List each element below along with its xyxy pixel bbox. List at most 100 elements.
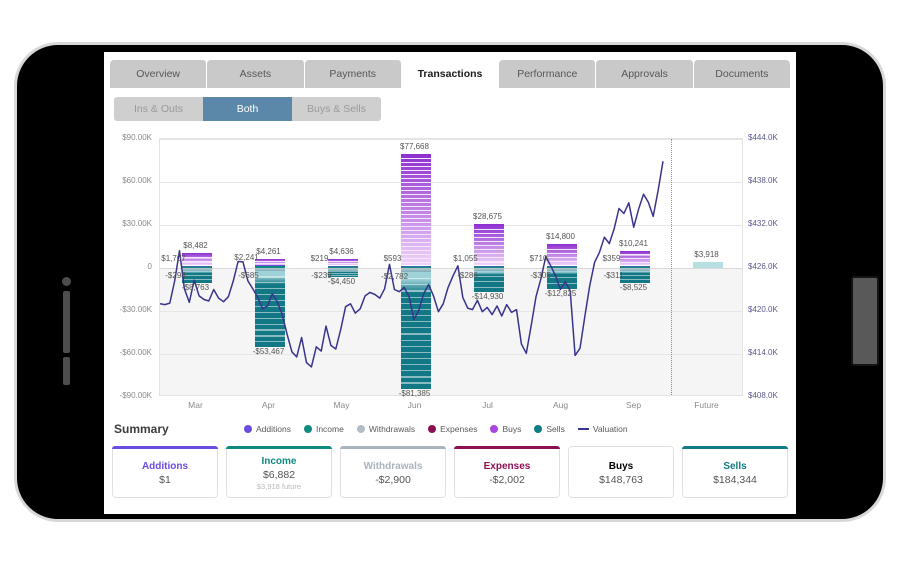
x-axis-tick-sep: Sep	[625, 400, 642, 410]
summary-card-expenses[interactable]: Expenses -$2,002	[454, 446, 560, 498]
card-value: $148,763	[599, 474, 643, 486]
bar-stripe	[546, 252, 577, 254]
bar-stripe	[473, 257, 504, 259]
legend-item-expenses[interactable]: Expenses	[428, 424, 477, 434]
bar-buys-sep[interactable]	[619, 250, 650, 266]
legend-item-withdrawals[interactable]: Withdrawals	[356, 424, 415, 434]
transactions-chart: $90.00K $444.0K $60.00K $438.0K $30.00K $432.…	[104, 133, 796, 414]
bar-stripe	[473, 261, 504, 263]
bar-label-additions-aug: $710	[529, 253, 548, 263]
bar-sells-jun[interactable]	[400, 271, 431, 389]
summary-card-sells[interactable]: Sells $184,344	[682, 446, 788, 498]
bar-sells-aug[interactable]	[546, 270, 577, 289]
bar-sells-sep[interactable]	[619, 270, 650, 283]
tab-label: Approvals	[621, 68, 668, 80]
tab-label: Overview	[136, 68, 181, 80]
bar-label-withdrawals-sep: -$311	[603, 270, 624, 280]
tab-performance[interactable]: Performance	[499, 60, 597, 88]
legend-item-buys[interactable]: Buys	[490, 424, 521, 434]
tab-overview[interactable]: Overview	[110, 60, 208, 88]
card-value: -$2,002	[489, 474, 525, 486]
bar-stripe	[254, 329, 285, 331]
bar-stripe	[473, 228, 504, 230]
bar-stripe	[473, 244, 504, 247]
bar-stripe	[400, 351, 431, 353]
bar-stripe	[254, 260, 285, 262]
bar-income-future[interactable]	[692, 262, 723, 268]
bar-stripe	[546, 282, 577, 284]
legend-item-additions[interactable]: Additions	[244, 424, 291, 434]
legend-line-icon	[577, 428, 589, 430]
bar-stripe	[400, 376, 431, 378]
bar-stripe	[400, 209, 431, 212]
card-title: Sells	[723, 461, 747, 472]
bar-label-withdrawals-jun: -$2,782	[380, 271, 409, 281]
tab-assets[interactable]: Assets	[207, 60, 305, 88]
bar-label-sells-aug: -$12,825	[544, 288, 577, 298]
legend-item-income[interactable]: Income	[303, 424, 344, 434]
bar-label-buys-jul: $28,675	[473, 212, 502, 222]
zero-axis-line	[160, 268, 742, 269]
tab-payments[interactable]: Payments	[304, 60, 402, 88]
x-axis-tick-aug: Aug	[552, 400, 569, 410]
bar-sells-mar[interactable]	[181, 270, 212, 284]
tab-approvals[interactable]: Approvals	[596, 60, 694, 88]
segment-label: Ins & Outs	[133, 103, 184, 115]
tab-documents[interactable]: Documents	[693, 60, 790, 88]
bar-buys-jun[interactable]	[400, 154, 431, 266]
bar-buys-may[interactable]	[327, 258, 358, 266]
bar-stripe	[181, 278, 212, 281]
bar-label-buys-mar: $8,482	[183, 241, 208, 251]
bar-stripe	[473, 240, 504, 243]
y-axis-right-tick: $420.0K	[748, 305, 778, 314]
bar-stripe	[400, 327, 431, 329]
negative-region-shading	[160, 268, 742, 395]
summary-card-withdrawals[interactable]: Withdrawals -$2,900	[340, 446, 446, 498]
summary-card-buys[interactable]: Buys $148,763	[568, 446, 674, 498]
y-axis-right-tick: $444.0K	[748, 133, 778, 142]
bar-label-sells-may: -$4,450	[327, 276, 356, 286]
bar-stripe	[400, 174, 431, 176]
bar-label-additions-jun: $593	[383, 253, 402, 263]
bar-buys-jul[interactable]	[473, 224, 504, 266]
volume-up-button[interactable]	[63, 291, 70, 353]
summary-card-income[interactable]: Income $6,882 $3,918 future	[226, 446, 332, 498]
legend-item-sells[interactable]: Sells	[534, 424, 565, 434]
summary-card-additions[interactable]: Additions $1	[112, 446, 218, 498]
bar-stripe	[254, 335, 285, 337]
bar-stripe	[400, 302, 431, 304]
bar-stripe	[400, 284, 431, 286]
legend-dot-icon	[356, 425, 365, 433]
volume-down-button[interactable]	[63, 357, 70, 385]
segment-ins-outs[interactable]: Ins & Outs	[114, 97, 203, 121]
card-accent-bar	[568, 446, 674, 449]
bar-label-additions-apr: $2,241	[234, 252, 259, 262]
bar-sells-apr[interactable]	[254, 270, 285, 348]
summary-cards: Additions $1 Income $6,882 $3,918 future With…	[112, 446, 788, 498]
view-mode-segmented-control[interactable]: Ins & Outs Both Buys & Sells	[114, 97, 381, 121]
bar-label-withdrawals-mar: -$294	[165, 270, 186, 280]
segment-buys-sells[interactable]: Buys & Sells	[292, 97, 381, 121]
bar-sells-jul[interactable]	[473, 270, 504, 292]
camera-icon	[62, 277, 71, 286]
card-title: Additions	[141, 461, 189, 472]
bar-stripe	[400, 237, 431, 239]
x-axis-tick-mar: Mar	[188, 400, 203, 410]
card-subvalue: $3,918 future	[256, 482, 302, 491]
segment-label: Both	[236, 103, 259, 115]
bar-stripe	[400, 162, 431, 164]
bar-stripe	[473, 281, 504, 283]
card-value: $1	[159, 474, 171, 486]
bar-stripe	[400, 205, 431, 208]
tab-transactions[interactable]: Transactions	[401, 60, 500, 88]
y-axis-left-tick: -$90.00K	[119, 391, 152, 400]
power-button[interactable]	[851, 276, 879, 366]
bar-stripe	[473, 236, 504, 238]
bar-label-additions-sep: $359	[602, 253, 621, 263]
card-value: $6,882	[262, 469, 296, 481]
segment-both[interactable]: Both	[203, 97, 292, 121]
bar-stripe	[254, 305, 285, 308]
bar-buys-aug[interactable]	[546, 244, 577, 266]
legend-item-valuation[interactable]: Valuation	[577, 424, 628, 434]
bar-buys-mar[interactable]	[181, 253, 212, 266]
